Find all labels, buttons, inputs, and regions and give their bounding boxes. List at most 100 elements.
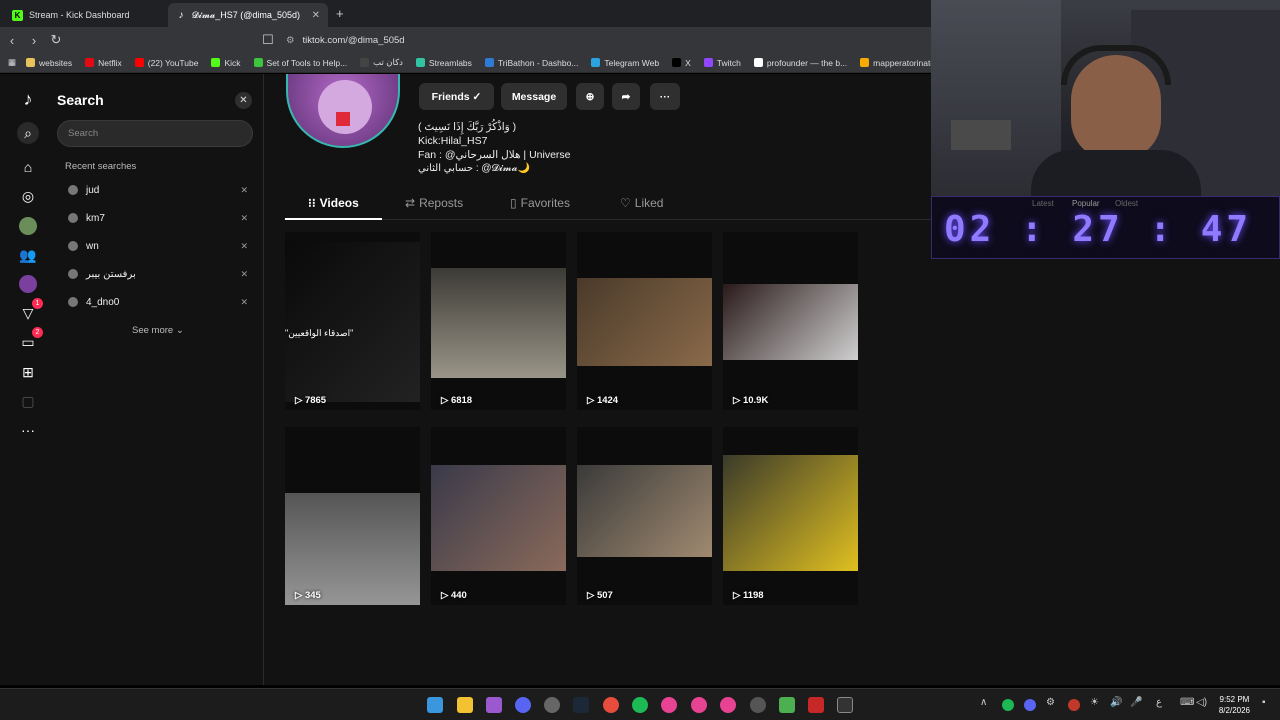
bookmark-item[interactable]: Streamlabs bbox=[415, 57, 472, 68]
messages-icon[interactable]: ▭ 2 bbox=[17, 327, 43, 353]
video-card[interactable]: ▷ 1424 bbox=[577, 232, 712, 410]
tab-tiktok-profile[interactable]: ♪ 𝓓𝓲𝓶𝓪_HS7 (@dima_505d) | TikT ✕ bbox=[168, 3, 328, 27]
video-card[interactable]: ▷ 1198 bbox=[723, 427, 858, 605]
recent-search-item[interactable]: wn ✕ bbox=[65, 236, 248, 256]
microphone-icon[interactable]: 🎤 bbox=[1130, 697, 1146, 713]
search-icon[interactable]: ⌕ bbox=[17, 122, 39, 144]
inbox-icon[interactable]: ▽ 1 bbox=[17, 298, 43, 324]
remove-search-icon[interactable]: ✕ bbox=[240, 297, 248, 308]
bookmark-icon[interactable]: ☐ bbox=[258, 32, 278, 48]
start-icon[interactable] bbox=[427, 697, 443, 713]
bookmark-item[interactable]: Set of Tools to Help... bbox=[253, 57, 347, 68]
app-icon[interactable] bbox=[486, 697, 502, 713]
grid-icon: ⁝⁝ bbox=[308, 196, 316, 210]
steam-icon[interactable] bbox=[573, 697, 589, 713]
bookmark-item[interactable]: Twitch bbox=[703, 57, 741, 68]
bookmark-item[interactable]: TriBathon - Dashbo... bbox=[484, 57, 578, 68]
inbox-badge: 1 bbox=[32, 298, 43, 309]
more-options-icon[interactable]: ··· bbox=[650, 83, 680, 110]
following-avatar-icon[interactable] bbox=[17, 215, 39, 237]
remove-search-icon[interactable]: ✕ bbox=[240, 213, 248, 224]
bookmark-item[interactable]: دكان تب bbox=[360, 57, 403, 68]
video-card[interactable]: ▷ 507 bbox=[577, 427, 712, 605]
live-icon[interactable]: ▢ bbox=[17, 390, 39, 412]
tab-kick-dashboard[interactable]: K Stream - Kick Dashboard bbox=[4, 3, 166, 27]
app-icon[interactable] bbox=[750, 697, 766, 713]
app-icon[interactable] bbox=[691, 697, 707, 713]
notification-icon[interactable]: ▪ bbox=[1262, 697, 1278, 713]
app-tray-icon[interactable] bbox=[1068, 699, 1080, 711]
settings-tray-icon[interactable]: ⚙ bbox=[1046, 697, 1062, 713]
message-button[interactable]: Message bbox=[501, 83, 567, 110]
tab-reposts[interactable]: ⇄ Reposts bbox=[405, 196, 463, 210]
back-icon[interactable]: ‹ bbox=[2, 33, 22, 48]
tab-videos[interactable]: ⁝⁝ Videos bbox=[308, 196, 359, 210]
bookmark-item[interactable]: Netflix bbox=[85, 57, 122, 68]
discord-icon[interactable] bbox=[515, 697, 531, 713]
close-tab-icon[interactable]: ✕ bbox=[312, 10, 320, 21]
tab-liked[interactable]: ♡ Liked bbox=[620, 196, 663, 210]
spotify-icon[interactable] bbox=[632, 697, 648, 713]
bookmark-item[interactable]: profounder — the b... bbox=[753, 57, 847, 68]
language-indicator[interactable]: ع bbox=[1156, 697, 1172, 713]
minecraft-icon[interactable] bbox=[779, 697, 795, 713]
more-icon[interactable]: ··· bbox=[17, 419, 39, 441]
reload-icon[interactable]: ↻ bbox=[46, 32, 66, 48]
spotify-tray-icon[interactable] bbox=[1002, 699, 1014, 711]
upload-icon[interactable]: ⊞ bbox=[17, 361, 39, 383]
video-card[interactable]: ▷ 10.9K bbox=[723, 232, 858, 410]
remove-search-icon[interactable]: ✕ bbox=[240, 241, 248, 252]
video-card[interactable]: "اصدقاء الواقعيين" ▷ 7865 bbox=[285, 232, 420, 410]
volume-icon[interactable]: 🔊 bbox=[1110, 697, 1126, 713]
bookmark-item[interactable]: Telegram Web bbox=[591, 57, 659, 68]
see-more-link[interactable]: See more ⌄ bbox=[132, 325, 184, 336]
bookmark-item[interactable]: (22) YouTube bbox=[134, 57, 198, 68]
forward-icon[interactable]: › bbox=[24, 33, 44, 48]
add-friend-icon[interactable]: ⊕ bbox=[576, 83, 604, 110]
bookmark-item[interactable]: Kick bbox=[211, 57, 241, 68]
obs-icon[interactable] bbox=[544, 697, 560, 713]
chevron-up-icon[interactable]: ∧ bbox=[980, 697, 996, 713]
play-icon: ▷ bbox=[733, 590, 741, 601]
apps-icon[interactable]: ▦ bbox=[8, 57, 16, 68]
bookmark-item[interactable]: websites bbox=[26, 57, 72, 68]
new-tab-icon[interactable]: + bbox=[336, 6, 344, 21]
system-clock[interactable]: 9:52 PM 8/2/2026 bbox=[1219, 694, 1250, 716]
site-info-icon[interactable]: ⚙ bbox=[286, 35, 295, 46]
app-icon[interactable] bbox=[720, 697, 736, 713]
video-card[interactable]: ▷ 345 bbox=[285, 427, 420, 605]
profile-avatar-icon[interactable] bbox=[17, 273, 39, 295]
recent-search-item[interactable]: برفستن بيبر ✕ bbox=[65, 264, 248, 284]
bookmarks-bar: ▦ websites Netflix (22) YouTube Kick Set of … bbox=[0, 53, 952, 73]
tab-favorites[interactable]: ▯ Favorites bbox=[510, 196, 570, 210]
explore-icon[interactable]: ◎ bbox=[17, 185, 39, 207]
discord-tray-icon[interactable] bbox=[1024, 699, 1036, 711]
speaker-icon[interactable]: ◁) bbox=[1196, 697, 1212, 713]
video-card[interactable]: ▷ 6818 bbox=[431, 232, 566, 410]
friends-button[interactable]: Friends ✓ bbox=[419, 83, 494, 110]
recent-search-item[interactable]: km7 ✕ bbox=[65, 208, 248, 228]
terminal-icon[interactable] bbox=[837, 697, 853, 713]
app-icon[interactable] bbox=[661, 697, 677, 713]
bookmark-label: Kick bbox=[224, 57, 241, 68]
remove-search-icon[interactable]: ✕ bbox=[240, 185, 248, 196]
tiktok-logo-icon[interactable]: ♪ bbox=[17, 88, 39, 110]
home-icon[interactable]: ⌂ bbox=[17, 156, 39, 178]
address-bar[interactable]: ⚙ tiktok.com/@dima_505d bbox=[278, 31, 928, 49]
bookmark-item[interactable]: X bbox=[672, 57, 691, 68]
video-card[interactable]: ▷ 440 bbox=[431, 427, 566, 605]
app-icon[interactable] bbox=[808, 697, 824, 713]
file-explorer-icon[interactable] bbox=[457, 697, 473, 713]
remove-search-icon[interactable]: ✕ bbox=[240, 269, 248, 280]
share-icon[interactable]: ➦ bbox=[612, 83, 640, 110]
app-icon[interactable] bbox=[603, 697, 619, 713]
video-views: ▷ 7865 bbox=[295, 395, 326, 406]
close-search-icon[interactable]: ✕ bbox=[235, 92, 252, 109]
friends-icon[interactable]: 👥 bbox=[17, 244, 39, 266]
recent-search-item[interactable]: jud ✕ bbox=[65, 180, 248, 200]
network-icon[interactable]: ⌨ bbox=[1180, 697, 1196, 713]
recent-search-item[interactable]: 4_dno0 ✕ bbox=[65, 292, 248, 312]
brightness-icon[interactable]: ☀ bbox=[1090, 697, 1106, 713]
bookmark-favicon-icon bbox=[703, 58, 713, 67]
search-input[interactable] bbox=[57, 120, 253, 147]
